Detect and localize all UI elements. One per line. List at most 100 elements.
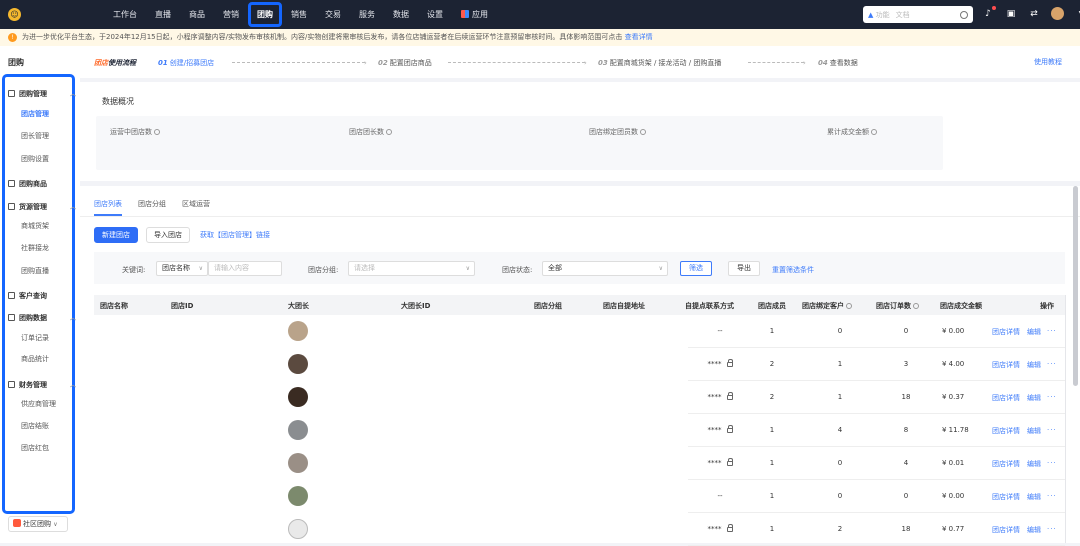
nav-workbench[interactable]: 工作台 bbox=[104, 9, 146, 20]
info-icon[interactable] bbox=[154, 129, 160, 135]
nav-apps[interactable]: 应用 bbox=[452, 9, 497, 20]
sidebar-item-settlement[interactable]: 团店结账 bbox=[6, 421, 76, 431]
table-row: -- 1 0 0 ¥ 0.00 团店详情 编辑 ··· bbox=[94, 480, 1065, 513]
sidebar: 团购 团购管理 ︿ 团店管理 团长管理 团购设置 团购商品 货源管理 ︿ 商城货架 … bbox=[0, 46, 80, 543]
sidebar-group-group-manage[interactable]: 团购管理 ︿ bbox=[8, 89, 78, 99]
nav-sales[interactable]: 销售 bbox=[282, 9, 316, 20]
info-icon[interactable] bbox=[913, 303, 919, 309]
group-select[interactable]: 请选择 ∨ bbox=[348, 261, 475, 276]
info-icon[interactable] bbox=[386, 129, 392, 135]
nav-group-buy[interactable]: 团购 bbox=[248, 2, 282, 27]
edit-link[interactable]: 编辑 bbox=[1027, 492, 1041, 502]
scrollbar[interactable] bbox=[1073, 186, 1078, 386]
sidebar-item-group-settings[interactable]: 团购设置 bbox=[6, 154, 76, 164]
lock-icon[interactable] bbox=[726, 524, 733, 532]
global-search[interactable]: ▲ 功能 文档 bbox=[863, 6, 973, 23]
sidebar-group-supply[interactable]: 货源管理 ︿ bbox=[8, 202, 78, 212]
flow-step-4[interactable]: 04 查看数据 bbox=[818, 58, 858, 68]
sidebar-group-finance[interactable]: 财务管理 ︿ bbox=[8, 380, 78, 390]
flow-step-1[interactable]: 01 创建/招募团店 bbox=[158, 58, 214, 68]
shop-switcher[interactable]: 社区团购 ∨ bbox=[8, 516, 68, 532]
edit-link[interactable]: 编辑 bbox=[1027, 426, 1041, 436]
table-header: 团店名称 团店ID 大团长 大团长ID 团店分组 团店自提地址 自提点联系方式 … bbox=[94, 295, 1065, 315]
nav-live[interactable]: 直播 bbox=[146, 9, 180, 20]
sidebar-item-store-manage[interactable]: 团店管理 bbox=[6, 109, 76, 119]
reset-filter-link[interactable]: 重置筛选条件 bbox=[772, 265, 814, 275]
store-icon[interactable]: ▣ bbox=[1005, 8, 1017, 20]
more-icon[interactable]: ··· bbox=[1047, 459, 1057, 467]
info-icon[interactable] bbox=[871, 129, 877, 135]
flow-step-2[interactable]: 02 配置团店商品 bbox=[378, 58, 432, 68]
table-row: -- 1 0 0 ¥ 0.00 团店详情 编辑 ··· bbox=[94, 315, 1065, 348]
tab-region-ops[interactable]: 区域运营 bbox=[182, 199, 210, 216]
info-icon[interactable] bbox=[640, 129, 646, 135]
new-store-button[interactable]: 新建团店 bbox=[94, 227, 138, 243]
sidebar-group-customer[interactable]: 客户查询 bbox=[8, 291, 78, 301]
members-cell: 1 bbox=[769, 459, 775, 467]
nav-service[interactable]: 服务 bbox=[350, 9, 384, 20]
store-detail-link[interactable]: 团店详情 bbox=[992, 360, 1020, 370]
lock-icon[interactable] bbox=[726, 458, 733, 466]
store-detail-link[interactable]: 团店详情 bbox=[992, 525, 1020, 535]
store-detail-link[interactable]: 团店详情 bbox=[992, 459, 1020, 469]
export-button[interactable]: 导出 bbox=[728, 261, 760, 276]
filter-button[interactable]: 筛选 bbox=[680, 261, 712, 276]
search-icon[interactable] bbox=[960, 10, 968, 19]
flow-step-3[interactable]: 03 配置商城货架 / 接龙活动 / 团购直播 bbox=[598, 58, 721, 68]
sidebar-item-supplier[interactable]: 供应商管理 bbox=[6, 399, 76, 409]
edit-link[interactable]: 编辑 bbox=[1027, 393, 1041, 403]
edit-link[interactable]: 编辑 bbox=[1027, 459, 1041, 469]
lock-icon[interactable] bbox=[726, 359, 733, 367]
sidebar-item-shelf[interactable]: 商城货架 bbox=[6, 221, 76, 231]
import-store-button[interactable]: 导入团店 bbox=[146, 227, 190, 243]
leader-avatar bbox=[288, 519, 308, 539]
lock-icon[interactable] bbox=[726, 392, 733, 400]
folder-icon bbox=[8, 90, 15, 97]
sidebar-group-group-goods[interactable]: 团购商品 bbox=[8, 179, 78, 189]
more-icon[interactable]: ··· bbox=[1047, 360, 1057, 368]
nav-trade[interactable]: 交易 bbox=[316, 9, 350, 20]
search-scope-tag[interactable]: ▲ 功能 bbox=[868, 10, 890, 20]
sidebar-item-red-packet[interactable]: 团店红包 bbox=[6, 443, 76, 453]
store-detail-link[interactable]: 团店详情 bbox=[992, 327, 1020, 337]
switch-icon[interactable]: ⇄ bbox=[1028, 8, 1040, 20]
fixed-column-shadow bbox=[1065, 295, 1066, 543]
get-link-button[interactable]: 获取【团店管理】链接 bbox=[200, 230, 270, 240]
chevron-down-icon[interactable]: ▼ bbox=[1075, 8, 1080, 20]
apps-grid-icon bbox=[461, 10, 469, 18]
notice-detail-link[interactable]: 查看详情 bbox=[625, 33, 653, 41]
nav-settings[interactable]: 设置 bbox=[418, 9, 452, 20]
user-avatar[interactable] bbox=[1051, 7, 1064, 20]
store-detail-link[interactable]: 团店详情 bbox=[992, 426, 1020, 436]
tab-store-list[interactable]: 团店列表 bbox=[94, 199, 122, 216]
tutorial-link[interactable]: 使用教程 bbox=[1034, 57, 1062, 67]
sidebar-item-group-live[interactable]: 团购直播 bbox=[6, 266, 76, 276]
sidebar-item-goods-stats[interactable]: 商品统计 bbox=[6, 354, 76, 364]
keyword-type-select[interactable]: 团店名称 ∨ bbox=[156, 261, 208, 276]
edit-link[interactable]: 编辑 bbox=[1027, 360, 1041, 370]
store-detail-link[interactable]: 团店详情 bbox=[992, 492, 1020, 502]
tab-store-groups[interactable]: 团店分组 bbox=[138, 199, 166, 216]
nav-marketing[interactable]: 营销 bbox=[214, 9, 248, 20]
edit-link[interactable]: 编辑 bbox=[1027, 327, 1041, 337]
more-icon[interactable]: ··· bbox=[1047, 327, 1057, 335]
more-icon[interactable]: ··· bbox=[1047, 525, 1057, 533]
bell-icon[interactable]: ♪ bbox=[982, 5, 996, 20]
info-icon[interactable] bbox=[846, 303, 852, 309]
sidebar-item-leader-manage[interactable]: 团长管理 bbox=[6, 131, 76, 141]
status-select[interactable]: 全部 ∨ bbox=[542, 261, 668, 276]
nav-data[interactable]: 数据 bbox=[384, 9, 418, 20]
lock-icon[interactable] bbox=[726, 425, 733, 433]
sidebar-item-orders[interactable]: 订单记录 bbox=[6, 333, 76, 343]
more-icon[interactable]: ··· bbox=[1047, 492, 1057, 500]
sidebar-group-data[interactable]: 团购数据 ︿ bbox=[8, 313, 78, 323]
edit-link[interactable]: 编辑 bbox=[1027, 525, 1041, 535]
keyword-input[interactable]: 请输入内容 bbox=[208, 261, 282, 276]
more-icon[interactable]: ··· bbox=[1047, 393, 1057, 401]
app-logo[interactable]: ☺ bbox=[8, 8, 21, 21]
sidebar-item-solitaire[interactable]: 社群接龙 bbox=[6, 243, 76, 253]
store-detail-link[interactable]: 团店详情 bbox=[992, 393, 1020, 403]
nav-goods[interactable]: 商品 bbox=[180, 9, 214, 20]
more-icon[interactable]: ··· bbox=[1047, 426, 1057, 434]
flow-connector bbox=[748, 62, 804, 63]
